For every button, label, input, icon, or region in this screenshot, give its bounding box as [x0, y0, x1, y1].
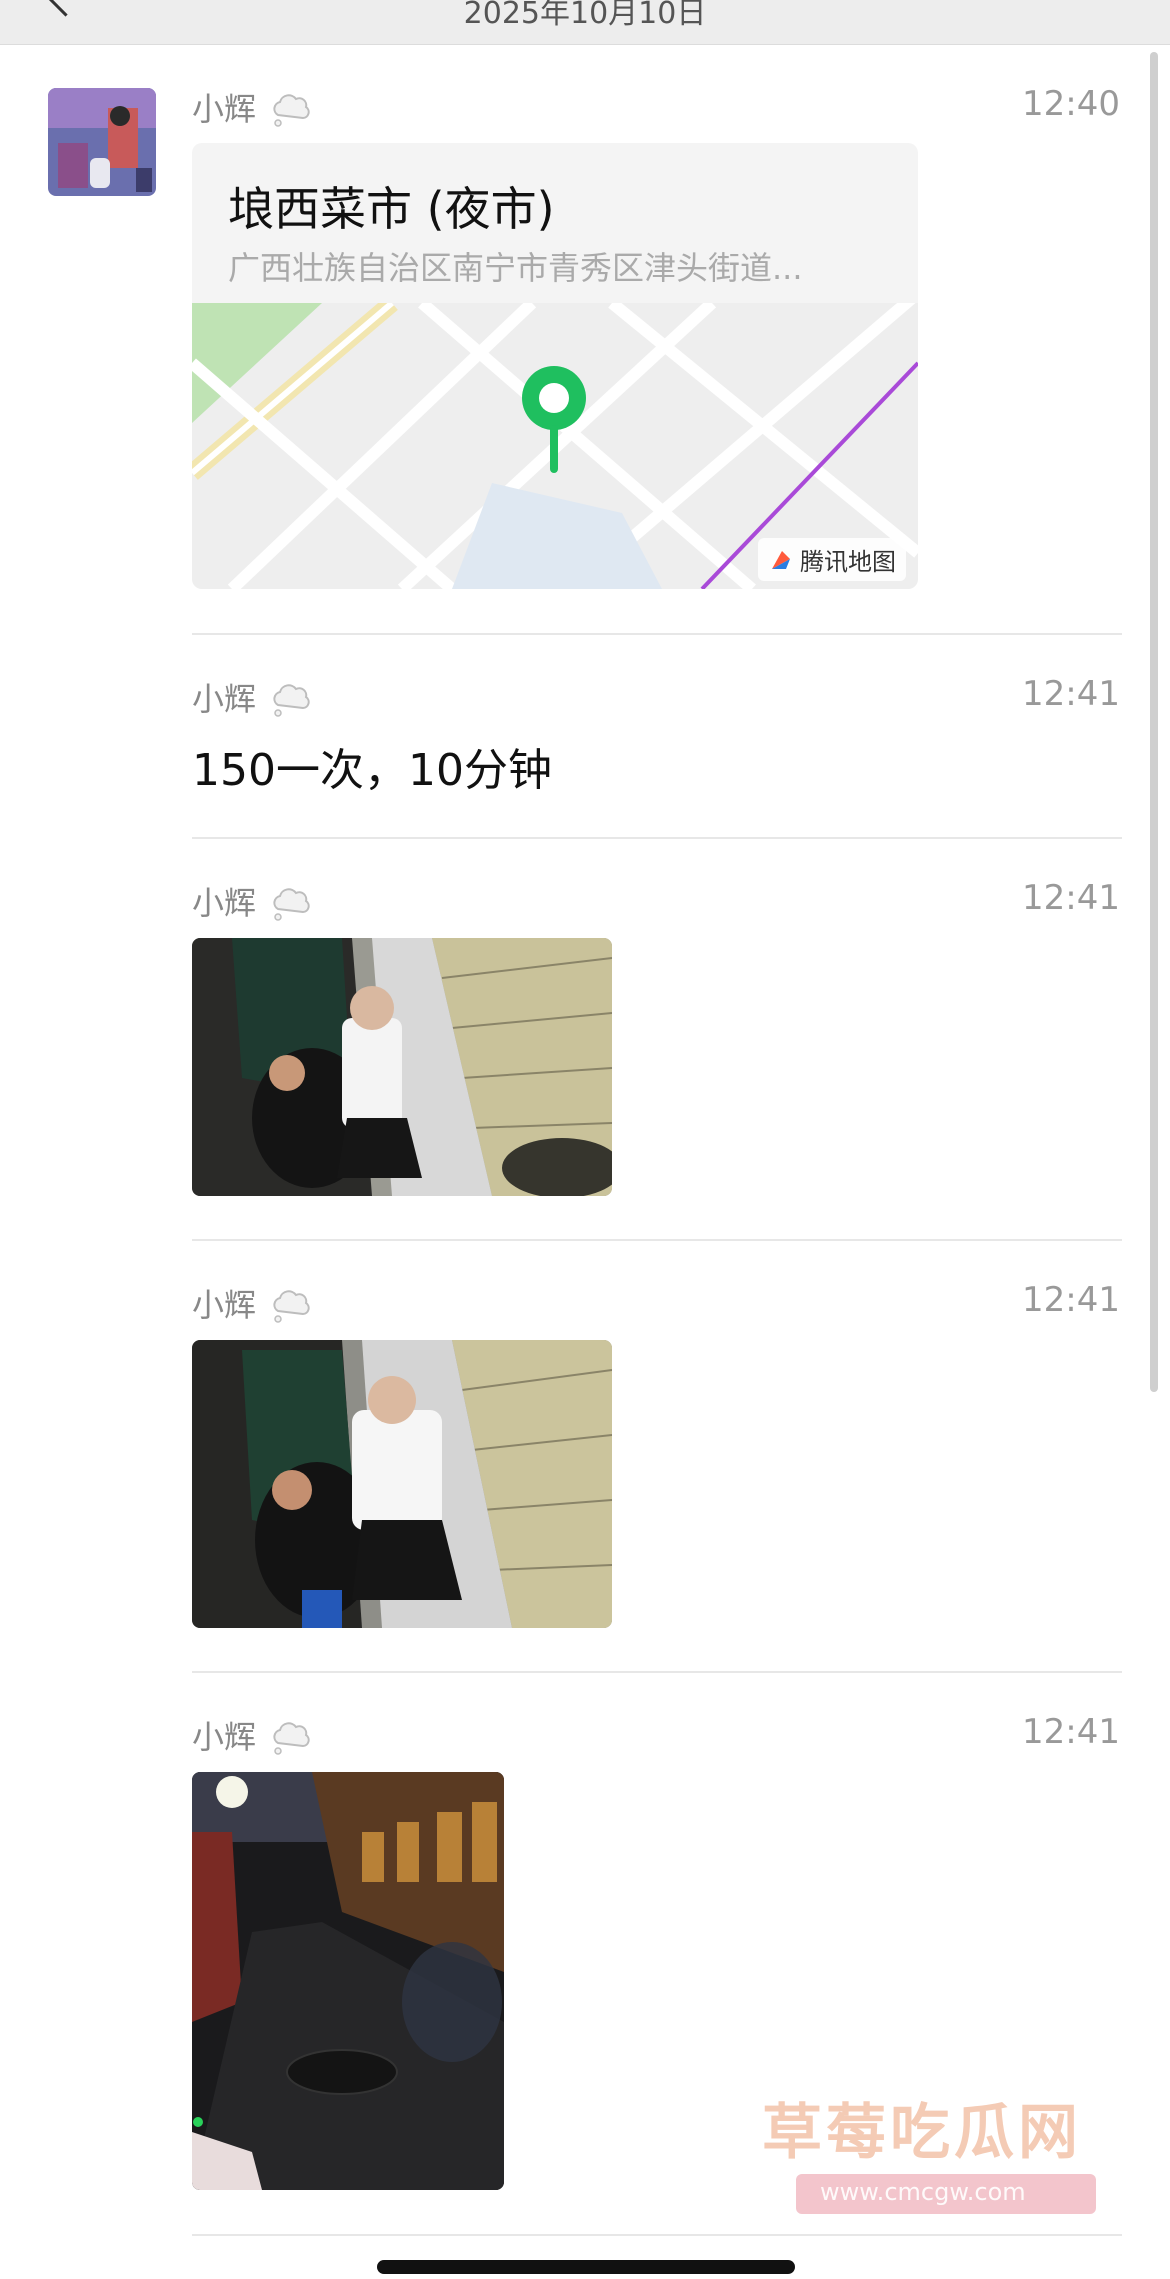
tencent-map-logo-icon [772, 550, 790, 569]
message-photo[interactable] [192, 1772, 504, 2190]
sender-name-row-4: 小辉 [192, 1280, 310, 1326]
sender-name-row-2: 小辉 [192, 674, 310, 720]
location-address: 广西壮族自治区南宁市青秀区津头街道... [228, 249, 803, 287]
thought-bubble-icon [273, 1722, 310, 1755]
watermark-title: 草莓吃瓜网 [762, 2098, 1082, 2168]
thought-bubble-icon [273, 684, 310, 717]
watermark-url: www.cmcgw.com [820, 2178, 1026, 2206]
message-time: 12:41 [1022, 878, 1120, 918]
message-divider [192, 633, 1122, 635]
sender-name-row-3: 小辉 [192, 878, 310, 924]
sender-name-row-5: 小辉 [192, 1712, 310, 1758]
sender-name-row-1: 小辉 [192, 84, 310, 130]
location-map[interactable]: 腾讯地图 [192, 288, 918, 589]
map-brand-badge: 腾讯地图 [758, 538, 906, 581]
message-time: 12:40 [1022, 84, 1120, 124]
message-divider [192, 1671, 1122, 1673]
avatar[interactable] [48, 88, 156, 196]
date-label: 2025年10月10日 [463, 0, 707, 31]
message-divider [192, 2234, 1122, 2236]
message-text[interactable]: 150一次，10分钟 [192, 734, 552, 798]
location-title: 埌西菜市 (夜市) [228, 182, 555, 236]
chat-history-header: 2025年10月10日 [0, 0, 1170, 45]
message-time: 12:41 [1022, 674, 1120, 714]
message-photo[interactable] [192, 938, 612, 1196]
thought-bubble-icon [273, 94, 310, 127]
message-divider [192, 837, 1122, 839]
message-photo[interactable] [192, 1340, 612, 1628]
thought-bubble-icon [273, 1290, 310, 1323]
thought-bubble-icon [273, 888, 310, 921]
message-time: 12:41 [1022, 1280, 1120, 1320]
message-divider [192, 1239, 1122, 1241]
location-card[interactable]: 埌西菜市 (夜市) 广西壮族自治区南宁市青秀区津头街道... 腾讯地图 [192, 143, 918, 589]
scrollbar[interactable] [1150, 52, 1158, 1392]
message-time: 12:41 [1022, 1712, 1120, 1752]
home-indicator[interactable] [377, 2260, 795, 2274]
